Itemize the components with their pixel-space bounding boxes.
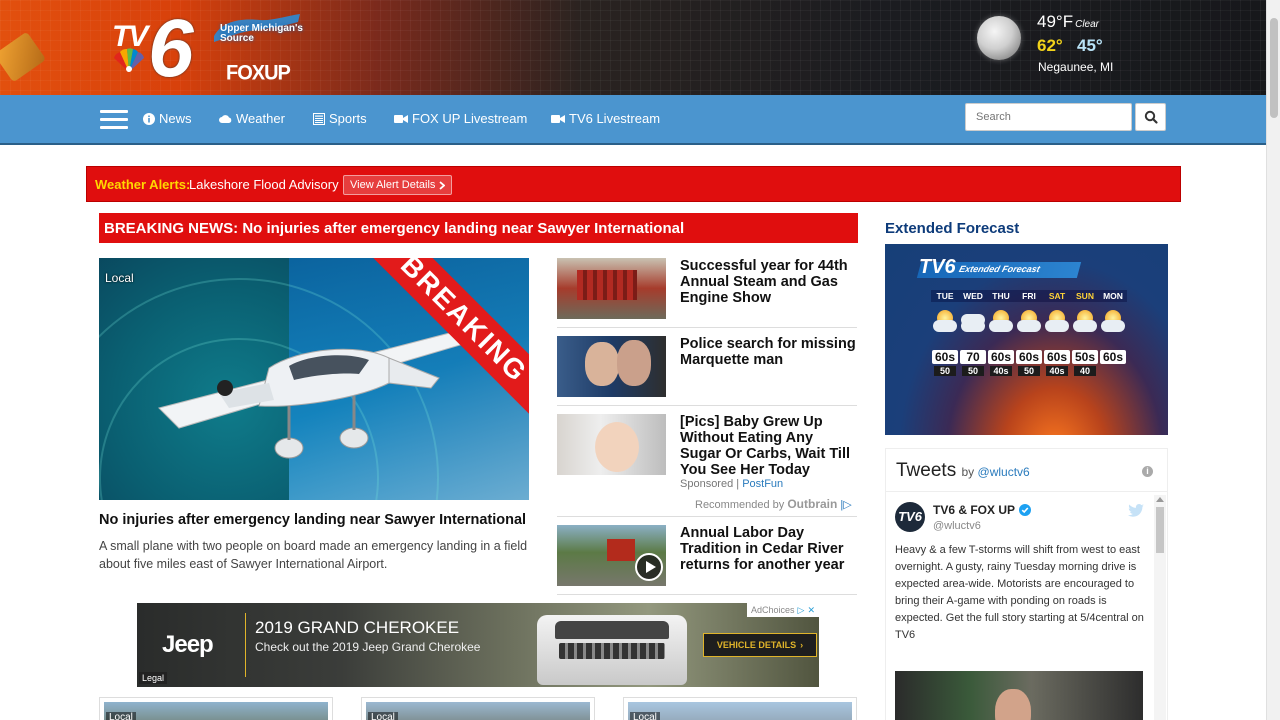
category-tag: Local [368, 712, 398, 720]
weather-alert-banner: Weather Alerts: Lakeshore Flood Advisory… [86, 166, 1181, 202]
verified-badge-icon [1019, 504, 1032, 516]
moon-icon [977, 16, 1021, 60]
search-icon [1144, 110, 1158, 124]
info-icon[interactable]: i [1142, 466, 1153, 477]
sponsored-label: Sponsored | PostFun [680, 478, 784, 490]
main-nav: News Weather Sports FOX UP Livestream TV… [0, 95, 1266, 143]
newspaper-icon [313, 112, 325, 125]
site-header: TV 6 Upper Michigan's Source FOXUP 49°F Cl… [0, 0, 1266, 95]
nav-item-weather[interactable]: Weather [219, 111, 285, 126]
story-thumbnail[interactable] [557, 258, 666, 319]
tv6-logo[interactable]: TV 6 [108, 3, 208, 94]
current-temperature[interactable]: 49°F Clear [1037, 12, 1099, 32]
search-button[interactable] [1135, 103, 1166, 131]
weather-location[interactable]: Negaunee, MI [1038, 60, 1113, 74]
forecast-day: TUE 60s 50 [931, 290, 959, 376]
video-camera-icon [551, 114, 565, 123]
high-temperature: 62° [1037, 36, 1063, 55]
tweets-scrollbar[interactable] [1154, 495, 1166, 720]
nav-item-sports[interactable]: Sports [313, 111, 367, 126]
info-circle-icon [143, 112, 155, 125]
forecast-day: THU 60s 40s [987, 290, 1015, 376]
story-card[interactable]: Local [361, 697, 595, 720]
partly-cloudy-icon [1015, 302, 1043, 348]
chevron-right-icon [439, 180, 446, 190]
story-thumbnail[interactable] [557, 525, 666, 586]
tweets-header: Tweets by @wluctv6 [896, 460, 1030, 481]
twitter-bird-icon[interactable] [1128, 504, 1144, 517]
scroll-up-arrow-icon[interactable] [1156, 497, 1164, 502]
twitter-handle-link[interactable]: @wluctv6 [978, 465, 1030, 479]
cloudy-icon [959, 302, 987, 348]
sponsor-link[interactable]: PostFun [742, 478, 783, 490]
legal-link[interactable]: Legal [139, 672, 168, 684]
partly-cloudy-icon [1071, 302, 1099, 348]
low-temperature: 45° [1077, 36, 1103, 55]
forecast-day: MON 60s [1099, 290, 1127, 376]
story-headline[interactable]: Successful year for 44th Annual Steam an… [680, 258, 858, 306]
search-input[interactable] [965, 103, 1132, 131]
cloud-icon [219, 114, 232, 123]
extended-forecast-graphic[interactable]: Extended Forecast TV6 TUE 60s 50 WED 70 … [885, 244, 1168, 435]
view-alert-details-button[interactable]: View Alert Details [343, 175, 453, 195]
hero-image[interactable]: BREAKING Local [99, 258, 529, 500]
page-scrollbar[interactable] [1266, 0, 1280, 720]
breaking-news-headline[interactable]: BREAKING NEWS: No injuries after emergen… [99, 213, 858, 243]
extended-forecast-title[interactable]: Extended Forecast [885, 220, 1019, 237]
hamburger-menu-icon[interactable] [100, 110, 128, 130]
tweet-text: Heavy & a few T-storms will shift from w… [895, 544, 1144, 641]
tweet-photo[interactable] [895, 671, 1143, 720]
page: TV 6 Upper Michigan's Source FOXUP 49°F Cl… [0, 0, 1280, 720]
category-tag: Local [105, 271, 134, 285]
scrollbar-thumb[interactable] [1270, 18, 1278, 118]
nav-item-foxup-livestream[interactable]: FOX UP Livestream [394, 111, 527, 126]
partly-cloudy-icon [931, 302, 959, 348]
story-headline[interactable]: Police search for missing Marquette man [680, 336, 858, 368]
upper-michigans-source-logo[interactable]: Upper Michigan's Source [208, 12, 304, 48]
forecast-day: SAT 60s 40s [1043, 290, 1071, 376]
play-icon[interactable] [635, 553, 663, 581]
adchoices-badge[interactable]: AdChoices ▷ ✕ [747, 603, 819, 617]
forecast-day: FRI 60s 50 [1015, 290, 1043, 376]
story-thumbnail[interactable] [557, 336, 666, 397]
forecast-day: WED 70 50 [959, 290, 987, 376]
hero-description: A small plane with two people on board m… [99, 539, 528, 571]
foxup-logo[interactable]: FOXUP [226, 61, 291, 85]
partly-cloudy-icon [1043, 302, 1071, 348]
jeep-ad-banner[interactable]: Jeep 2019 GRAND CHEROKEE Check out the 2… [137, 603, 819, 687]
adchoices-icon: ▷ [797, 604, 805, 615]
category-tag: Local [630, 712, 660, 720]
video-camera-icon [394, 114, 408, 123]
nbc-peacock-icon [114, 48, 144, 72]
car-image [537, 615, 687, 685]
nav-item-tv6-livestream[interactable]: TV6 Livestream [551, 111, 660, 126]
story-headline[interactable]: Annual Labor Day Tradition in Cedar Rive… [680, 525, 858, 573]
tweet-account-handle[interactable]: @wluctv6 [933, 520, 981, 532]
story-headline[interactable]: [Pics] Baby Grew Up Without Eating Any S… [680, 414, 858, 478]
category-tag: Local [106, 712, 136, 720]
outbrain-attribution[interactable]: Recommended by Outbrain |▷ [695, 497, 852, 511]
nav-item-news[interactable]: News [143, 111, 192, 126]
partly-cloudy-icon [1099, 302, 1127, 348]
chevron-right-icon: › [800, 640, 804, 650]
close-icon[interactable]: ✕ [807, 605, 815, 616]
hero-headline-link[interactable]: No injuries after emergency landing near… [99, 512, 526, 528]
story-card[interactable]: Local [99, 697, 333, 720]
vehicle-details-button[interactable]: VEHICLE DETAILS › [703, 633, 817, 657]
forecast-days: TUE 60s 50 WED 70 50 THU 60s 40s FRI 60s [931, 290, 1127, 376]
adchoices-icon: |▷ [840, 499, 852, 511]
forecast-day: SUN 50s 40 [1071, 290, 1099, 376]
partly-cloudy-icon [987, 302, 1015, 348]
story-card[interactable]: Local [623, 697, 857, 720]
tweet-account-name[interactable]: TV6 & FOX UP [933, 503, 1032, 517]
avatar[interactable]: TV6 [895, 502, 925, 532]
ad-headline: 2019 GRAND CHEROKEE [255, 618, 460, 637]
story-thumbnail[interactable] [557, 414, 666, 475]
ad-subtitle: Check out the 2019 Jeep Grand Cherokee [255, 640, 481, 654]
twitter-timeline: Tweets by @wluctv6 i TV6 TV6 & FOX UP @w… [885, 448, 1168, 720]
jeep-logo: Jeep [162, 631, 214, 658]
